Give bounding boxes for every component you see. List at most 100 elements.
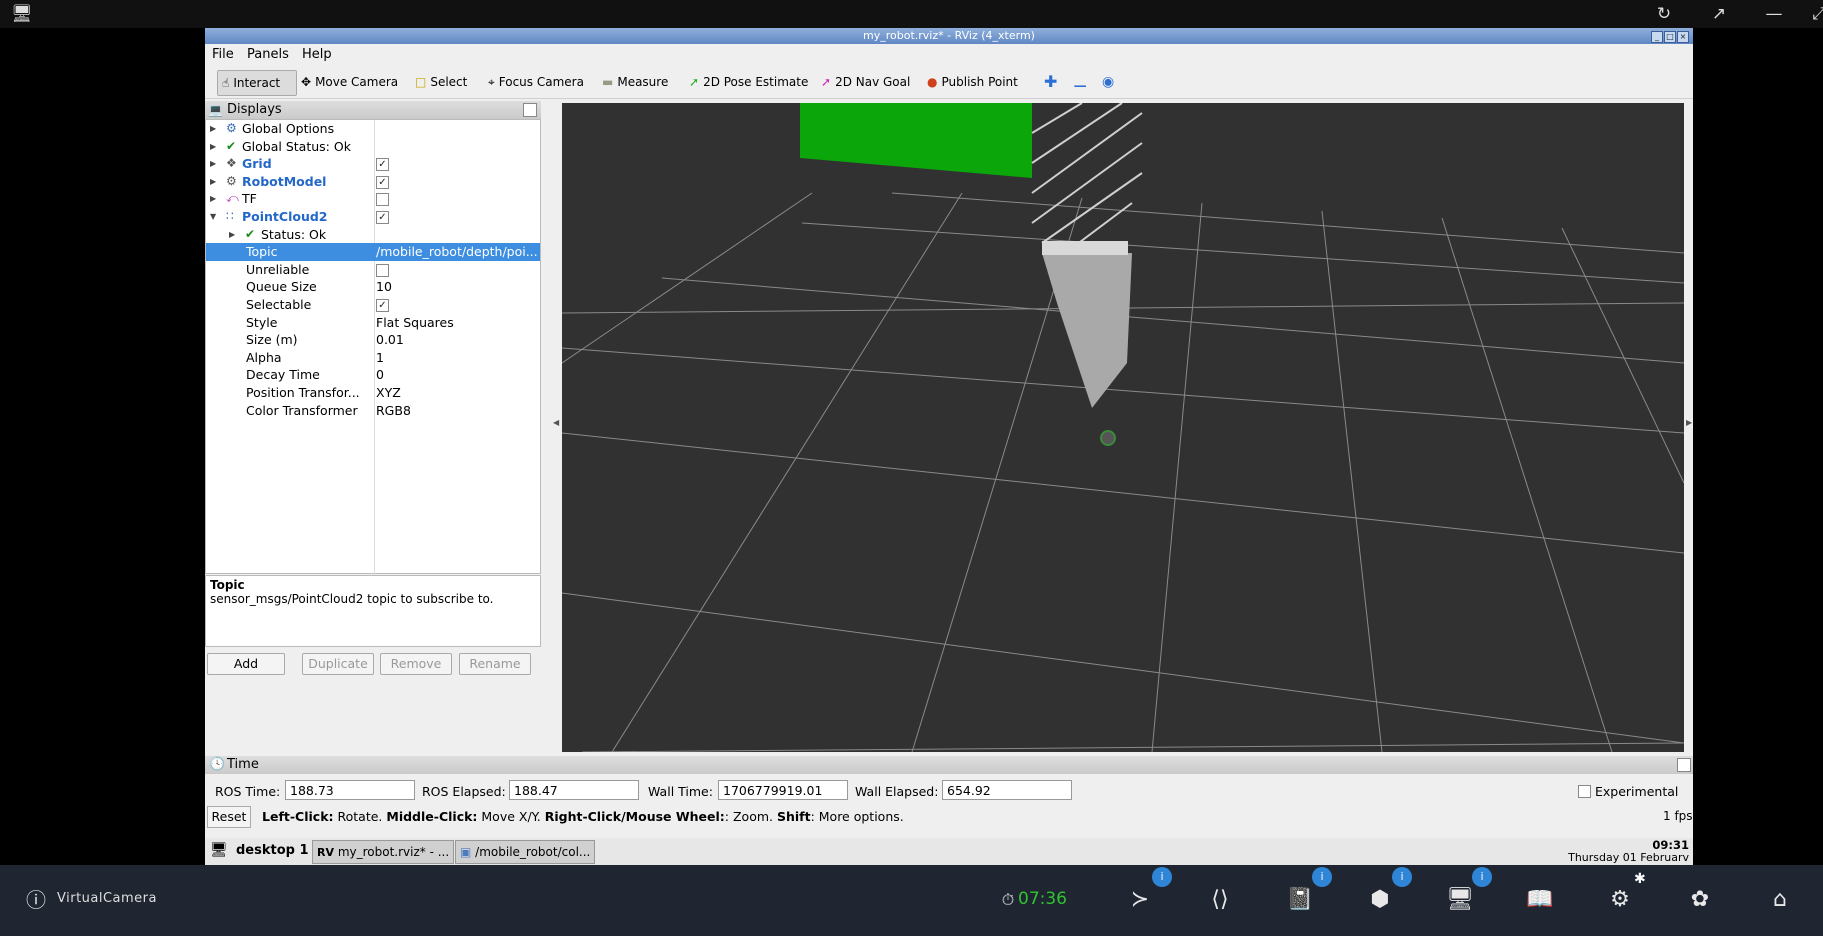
- unreliable-checkbox[interactable]: [376, 263, 389, 277]
- expand-arrow-icon[interactable]: ▶: [210, 173, 216, 191]
- rename-button[interactable]: Rename: [459, 653, 531, 675]
- description-text: sensor_msgs/PointCloud2 topic to subscri…: [210, 592, 494, 606]
- selectable-checkbox[interactable]: ✓: [376, 299, 389, 312]
- reset-button[interactable]: Reset: [207, 806, 251, 828]
- property-value[interactable]: XYZ: [376, 384, 538, 402]
- resize-icon[interactable]: ⤢: [1805, 0, 1823, 28]
- pointcloud-icon: ∷: [226, 209, 234, 223]
- move-camera-tool[interactable]: ✥ Move Camera: [297, 70, 402, 94]
- add-tool-icon[interactable]: ✚: [1040, 70, 1061, 94]
- property-decay-time[interactable]: Decay Time 0: [206, 366, 540, 384]
- interact-tool[interactable]: ☝ Interact: [217, 70, 297, 96]
- desktop-icon[interactable]: 🖥: [210, 842, 228, 858]
- 3d-viewport[interactable]: [562, 103, 1684, 752]
- measure-tool[interactable]: ▬ Measure: [598, 70, 672, 94]
- menu-file[interactable]: File: [206, 44, 240, 66]
- duplicate-button[interactable]: Duplicate: [302, 653, 374, 675]
- property-alpha[interactable]: Alpha 1: [206, 349, 540, 367]
- home-icon[interactable]: ⌂: [1764, 884, 1796, 916]
- wall-time-field[interactable]: 1706779919.01: [718, 780, 848, 800]
- property-value[interactable]: 0.01: [376, 331, 538, 349]
- minimize-icon[interactable]: —: [1760, 0, 1788, 28]
- pose-estimate-tool[interactable]: ➚ 2D Pose Estimate: [685, 70, 812, 94]
- collapse-left-arrow-icon[interactable]: ◀: [553, 418, 559, 427]
- grid-icon: ❖: [226, 156, 237, 171]
- pointcloud2-enabled-checkbox[interactable]: ✓: [376, 211, 389, 224]
- add-button[interactable]: Add: [207, 653, 285, 675]
- collapse-right-arrow-icon[interactable]: ▶: [1686, 418, 1692, 427]
- nav-goal-label: 2D Nav Goal: [835, 75, 911, 89]
- menu-help[interactable]: Help: [296, 44, 338, 66]
- taskbar-item-image[interactable]: ▣ /mobile_robot/col...: [455, 840, 596, 864]
- tree-item-global-status[interactable]: ▶ ✔ Global Status: Ok: [206, 138, 540, 156]
- desktop-switcher[interactable]: desktop 1: [232, 840, 313, 862]
- focus-camera-tool[interactable]: ⌖ Focus Camera: [484, 70, 588, 94]
- eye-icon[interactable]: ◉: [1098, 70, 1118, 94]
- property-topic[interactable]: Topic /mobile_robot/depth/poi...: [206, 243, 540, 261]
- property-value[interactable]: RGB8: [376, 402, 538, 420]
- tree-item-tf[interactable]: ▶ ⤺ TF: [206, 190, 540, 208]
- property-position-transformer[interactable]: Position Transfor... XYZ: [206, 384, 540, 402]
- robot-icon: ⚙: [226, 173, 237, 188]
- expand-arrow-icon[interactable]: ▶: [210, 138, 216, 156]
- tree-item-status[interactable]: ▶ ✔ Status: Ok: [206, 226, 540, 244]
- property-style[interactable]: Style Flat Squares: [206, 314, 540, 332]
- float-panel-button[interactable]: [1677, 758, 1691, 772]
- help-right-key: Right-Click/Mouse Wheel:: [544, 809, 725, 824]
- book-icon[interactable]: 📖: [1524, 884, 1556, 916]
- wall-elapsed-field[interactable]: 654.92: [942, 780, 1072, 800]
- property-size[interactable]: Size (m) 0.01: [206, 331, 540, 349]
- info-icon[interactable]: ⓘ: [20, 884, 52, 916]
- property-value[interactable]: Flat Squares: [376, 314, 538, 332]
- property-value[interactable]: /mobile_robot/depth/poi...: [376, 243, 538, 261]
- window-minimize-button[interactable]: _: [1651, 31, 1663, 43]
- collapse-arrow-icon[interactable]: ▼: [210, 208, 216, 226]
- robot-icon[interactable]: ⚙: [1604, 884, 1636, 916]
- green-arrow-icon: ➚: [689, 75, 700, 89]
- property-selectable[interactable]: Selectable ✓: [206, 296, 540, 314]
- property-color-transformer[interactable]: Color Transformer RGB8: [206, 402, 540, 420]
- ros-elapsed-field[interactable]: 188.47: [509, 780, 639, 800]
- window-icon: ▣: [460, 845, 472, 859]
- expand-arrow-icon[interactable]: ▶: [210, 190, 216, 208]
- expand-arrow-icon[interactable]: ▶: [210, 155, 216, 173]
- property-unreliable[interactable]: Unreliable: [206, 261, 540, 279]
- external-link-icon[interactable]: ↗: [1705, 0, 1733, 28]
- grid-enabled-checkbox[interactable]: ✓: [376, 158, 389, 172]
- terminal-icon[interactable]: ≻: [1124, 884, 1156, 916]
- remove-button[interactable]: Remove: [380, 653, 452, 675]
- nav-goal-tool[interactable]: ➚ 2D Nav Goal: [817, 70, 914, 94]
- menu-panels[interactable]: Panels: [241, 44, 295, 66]
- remove-tool-icon[interactable]: ⚊: [1069, 70, 1091, 94]
- window-close-button[interactable]: ×: [1677, 31, 1689, 43]
- move-icon: ✥: [301, 75, 312, 89]
- select-tool[interactable]: □ Select: [411, 70, 471, 94]
- ros-time-field[interactable]: 188.73: [285, 780, 415, 800]
- robotmodel-enabled-checkbox[interactable]: ✓: [376, 175, 389, 189]
- cube-icon[interactable]: ⬢: [1364, 884, 1396, 916]
- code-icon[interactable]: ⟨⟩: [1204, 884, 1236, 916]
- expand-arrow-icon[interactable]: ▶: [229, 226, 235, 244]
- property-queue-size[interactable]: Queue Size 10: [206, 278, 540, 296]
- taskbar-item-rviz[interactable]: RV my_robot.rviz* - ...: [312, 840, 455, 864]
- expand-arrow-icon[interactable]: ▶: [210, 120, 216, 138]
- ai-assistant-icon[interactable]: ✿: [1684, 884, 1716, 916]
- experimental-checkbox[interactable]: [1578, 785, 1591, 798]
- tree-item-pointcloud2[interactable]: ▼ ∷ PointCloud2 ✓: [206, 208, 540, 226]
- tree-item-global-options[interactable]: ▶ ⚙ Global Options: [206, 120, 540, 138]
- pose-estimate-label: 2D Pose Estimate: [703, 75, 809, 89]
- publish-point-tool[interactable]: ● Publish Point: [923, 70, 1022, 94]
- notebook-icon[interactable]: 📓: [1284, 884, 1316, 916]
- tree-item-robotmodel[interactable]: ▶ ⚙ RobotModel ✓: [206, 173, 540, 191]
- monitor-icon[interactable]: 🖥: [1444, 884, 1476, 916]
- refresh-icon[interactable]: ↻: [1650, 0, 1678, 28]
- property-name: Selectable: [246, 297, 312, 312]
- property-value[interactable]: 0: [376, 366, 538, 384]
- property-value[interactable]: 1: [376, 349, 538, 367]
- property-value[interactable]: 10: [376, 278, 538, 296]
- tree-item-grid[interactable]: ▶ ❖ Grid ✓: [206, 155, 540, 173]
- window-maximize-button[interactable]: □: [1664, 31, 1676, 43]
- monitor-icon[interactable]: 🖥: [8, 0, 36, 28]
- float-panel-button[interactable]: [523, 103, 537, 117]
- tf-enabled-checkbox[interactable]: [376, 193, 389, 207]
